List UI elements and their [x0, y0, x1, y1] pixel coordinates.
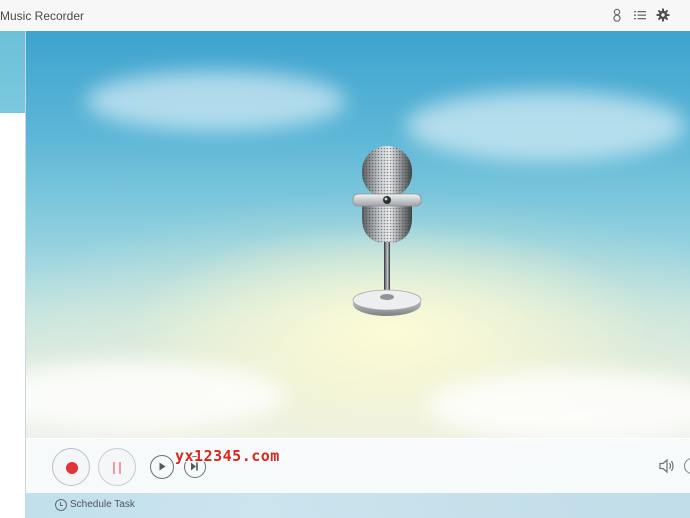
- schedule-task-link[interactable]: Schedule Task: [70, 499, 135, 510]
- title-bar-actions: [610, 8, 670, 22]
- cloud: [426, 371, 690, 441]
- sidebar-item-active[interactable]: [0, 31, 25, 113]
- watermark: yx12345.com: [175, 447, 280, 465]
- cloud: [406, 91, 686, 161]
- recording-panel: Schedule Task: [26, 31, 690, 518]
- user-icon[interactable]: [610, 8, 624, 22]
- list-icon[interactable]: [633, 8, 647, 22]
- microphone-icon: [352, 146, 422, 316]
- record-icon: [66, 462, 78, 474]
- cloud: [26, 361, 286, 431]
- more-icon[interactable]: [684, 458, 690, 474]
- schedule-bar: Schedule Task: [26, 493, 690, 518]
- title-bar: Music Recorder: [0, 0, 690, 32]
- pause-icon: [113, 462, 115, 474]
- record-button[interactable]: [52, 448, 90, 486]
- sidebar: [0, 31, 26, 518]
- play-button[interactable]: [150, 455, 174, 479]
- gear-icon[interactable]: [656, 8, 670, 22]
- playback-controls: [26, 438, 690, 494]
- play-icon: [159, 462, 166, 471]
- volume-icon[interactable]: [658, 458, 676, 474]
- cloud: [86, 71, 346, 131]
- pause-icon: [119, 462, 121, 474]
- clock-icon: [55, 499, 67, 511]
- pause-button[interactable]: [98, 448, 136, 486]
- app-title: Music Recorder: [0, 9, 85, 23]
